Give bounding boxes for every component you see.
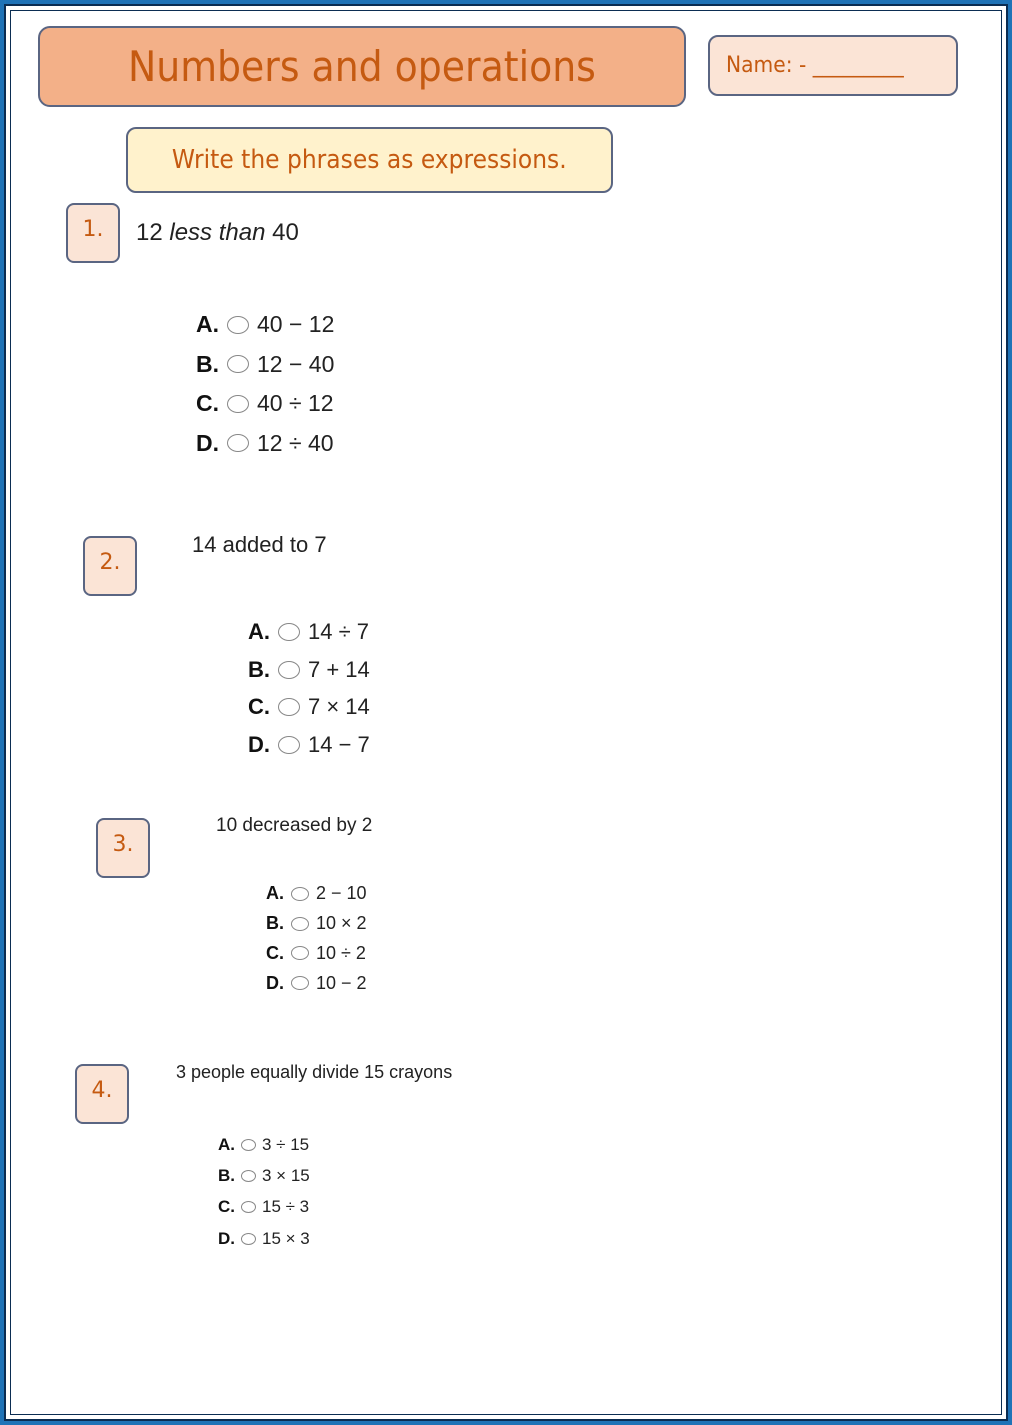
question-number: 1.	[82, 217, 104, 242]
question-number-badge: 2.	[83, 536, 137, 596]
question-phrase: 10 decreased by 2	[216, 815, 373, 836]
question-number-badge: 4.	[75, 1064, 129, 1124]
answer-option[interactable]: A. 14 ÷ 7	[248, 613, 370, 651]
option-expression: 7 × 14	[308, 694, 370, 720]
option-letter: C.	[218, 1197, 235, 1217]
answer-option[interactable]: A. 40 − 12	[196, 305, 334, 345]
name-field[interactable]: Name: - _________	[708, 35, 958, 96]
option-letter: D.	[248, 731, 270, 757]
radio-button-icon[interactable]	[227, 315, 249, 334]
question-phrase: 14 added to 7	[192, 532, 327, 557]
radio-button-icon[interactable]	[241, 1169, 256, 1182]
answer-option[interactable]: D. 10 − 2	[266, 968, 367, 998]
answer-option[interactable]: D. 15 × 3	[218, 1223, 310, 1254]
answer-option[interactable]: A. 2 − 10	[266, 879, 367, 909]
answer-option[interactable]: D. 12 ÷ 40	[196, 424, 334, 464]
radio-button-icon[interactable]	[278, 698, 300, 717]
answer-option[interactable]: C. 15 ÷ 3	[218, 1192, 310, 1223]
radio-button-icon[interactable]	[278, 735, 300, 754]
option-expression: 12 ÷ 40	[257, 429, 334, 456]
answer-option[interactable]: C. 10 ÷ 2	[266, 939, 367, 969]
option-expression: 15 × 3	[262, 1228, 310, 1248]
option-expression: 3 × 15	[262, 1165, 310, 1185]
instruction-text: Write the phrases as expressions.	[172, 145, 567, 175]
option-letter: A.	[196, 311, 219, 338]
answer-option[interactable]: B. 7 + 14	[248, 651, 370, 689]
option-expression: 14 − 7	[308, 731, 370, 757]
radio-button-icon[interactable]	[227, 434, 249, 453]
answer-option[interactable]: B. 10 × 2	[266, 909, 367, 939]
option-letter: D.	[218, 1228, 235, 1248]
option-letter: B.	[218, 1165, 235, 1185]
option-expression: 12 − 40	[257, 350, 335, 377]
name-label: Name: - _________	[726, 53, 904, 78]
answer-options: A. 14 ÷ 7 B. 7 + 14 C. 7 × 14 D. 14 − 7	[248, 613, 370, 764]
option-expression: 40 − 12	[257, 311, 335, 338]
option-letter: B.	[248, 656, 270, 682]
radio-button-icon[interactable]	[278, 622, 300, 641]
option-expression: 10 − 2	[316, 972, 367, 993]
radio-button-icon[interactable]	[241, 1138, 256, 1151]
question-phrase: 12 less than 40	[136, 219, 299, 246]
option-letter: C.	[196, 390, 219, 417]
answer-option[interactable]: A. 3 ÷ 15	[218, 1129, 310, 1160]
question-number: 4.	[91, 1078, 113, 1103]
question-number: 3.	[112, 832, 134, 857]
question-phrase: 3 people equally divide 15 crayons	[176, 1062, 453, 1082]
answer-option[interactable]: B. 12 − 40	[196, 345, 334, 385]
radio-button-icon[interactable]	[227, 355, 249, 374]
question-number: 2.	[99, 550, 121, 575]
radio-button-icon[interactable]	[291, 976, 309, 991]
option-expression: 3 ÷ 15	[262, 1134, 310, 1154]
answer-option[interactable]: C. 40 ÷ 12	[196, 384, 334, 424]
answer-options: A. 2 − 10 B. 10 × 2 C. 10 ÷ 2 D. 10 − 2	[266, 879, 367, 998]
option-letter: D.	[266, 972, 284, 993]
page-frame	[0, 0, 1012, 1425]
option-expression: 40 ÷ 12	[257, 390, 334, 417]
option-letter: D.	[196, 429, 219, 456]
option-letter: B.	[266, 913, 284, 934]
option-letter: C.	[248, 694, 270, 720]
option-letter: B.	[196, 350, 219, 377]
instruction-banner: Write the phrases as expressions.	[126, 127, 613, 193]
option-letter: A.	[218, 1134, 235, 1154]
radio-button-icon[interactable]	[278, 660, 300, 679]
option-expression: 14 ÷ 7	[308, 618, 370, 644]
radio-button-icon[interactable]	[227, 394, 249, 413]
radio-button-icon[interactable]	[241, 1201, 256, 1214]
option-expression: 10 × 2	[316, 913, 367, 934]
option-expression: 2 − 10	[316, 883, 367, 904]
radio-button-icon[interactable]	[291, 886, 309, 901]
radio-button-icon[interactable]	[291, 916, 309, 931]
option-letter: A.	[266, 883, 284, 904]
answer-option[interactable]: C. 7 × 14	[248, 688, 370, 726]
option-expression: 7 + 14	[308, 656, 370, 682]
answer-option[interactable]: D. 14 − 7	[248, 726, 370, 764]
title-banner: Numbers and operations	[38, 26, 686, 107]
answer-option[interactable]: B. 3 × 15	[218, 1160, 310, 1191]
answer-options: A. 3 ÷ 15 B. 3 × 15 C. 15 ÷ 3 D. 15 × 3	[218, 1129, 310, 1254]
radio-button-icon[interactable]	[241, 1232, 256, 1245]
option-letter: A.	[248, 618, 270, 644]
radio-button-icon[interactable]	[291, 946, 309, 961]
question-number-badge: 3.	[96, 818, 150, 878]
option-letter: C.	[266, 942, 284, 963]
option-expression: 10 ÷ 2	[316, 942, 366, 963]
page-title: Numbers and operations	[128, 42, 596, 91]
option-expression: 15 ÷ 3	[262, 1197, 310, 1217]
question-number-badge: 1.	[66, 203, 120, 263]
answer-options: A. 40 − 12 B. 12 − 40 C. 40 ÷ 12 D. 12 ÷ 40	[196, 305, 334, 463]
